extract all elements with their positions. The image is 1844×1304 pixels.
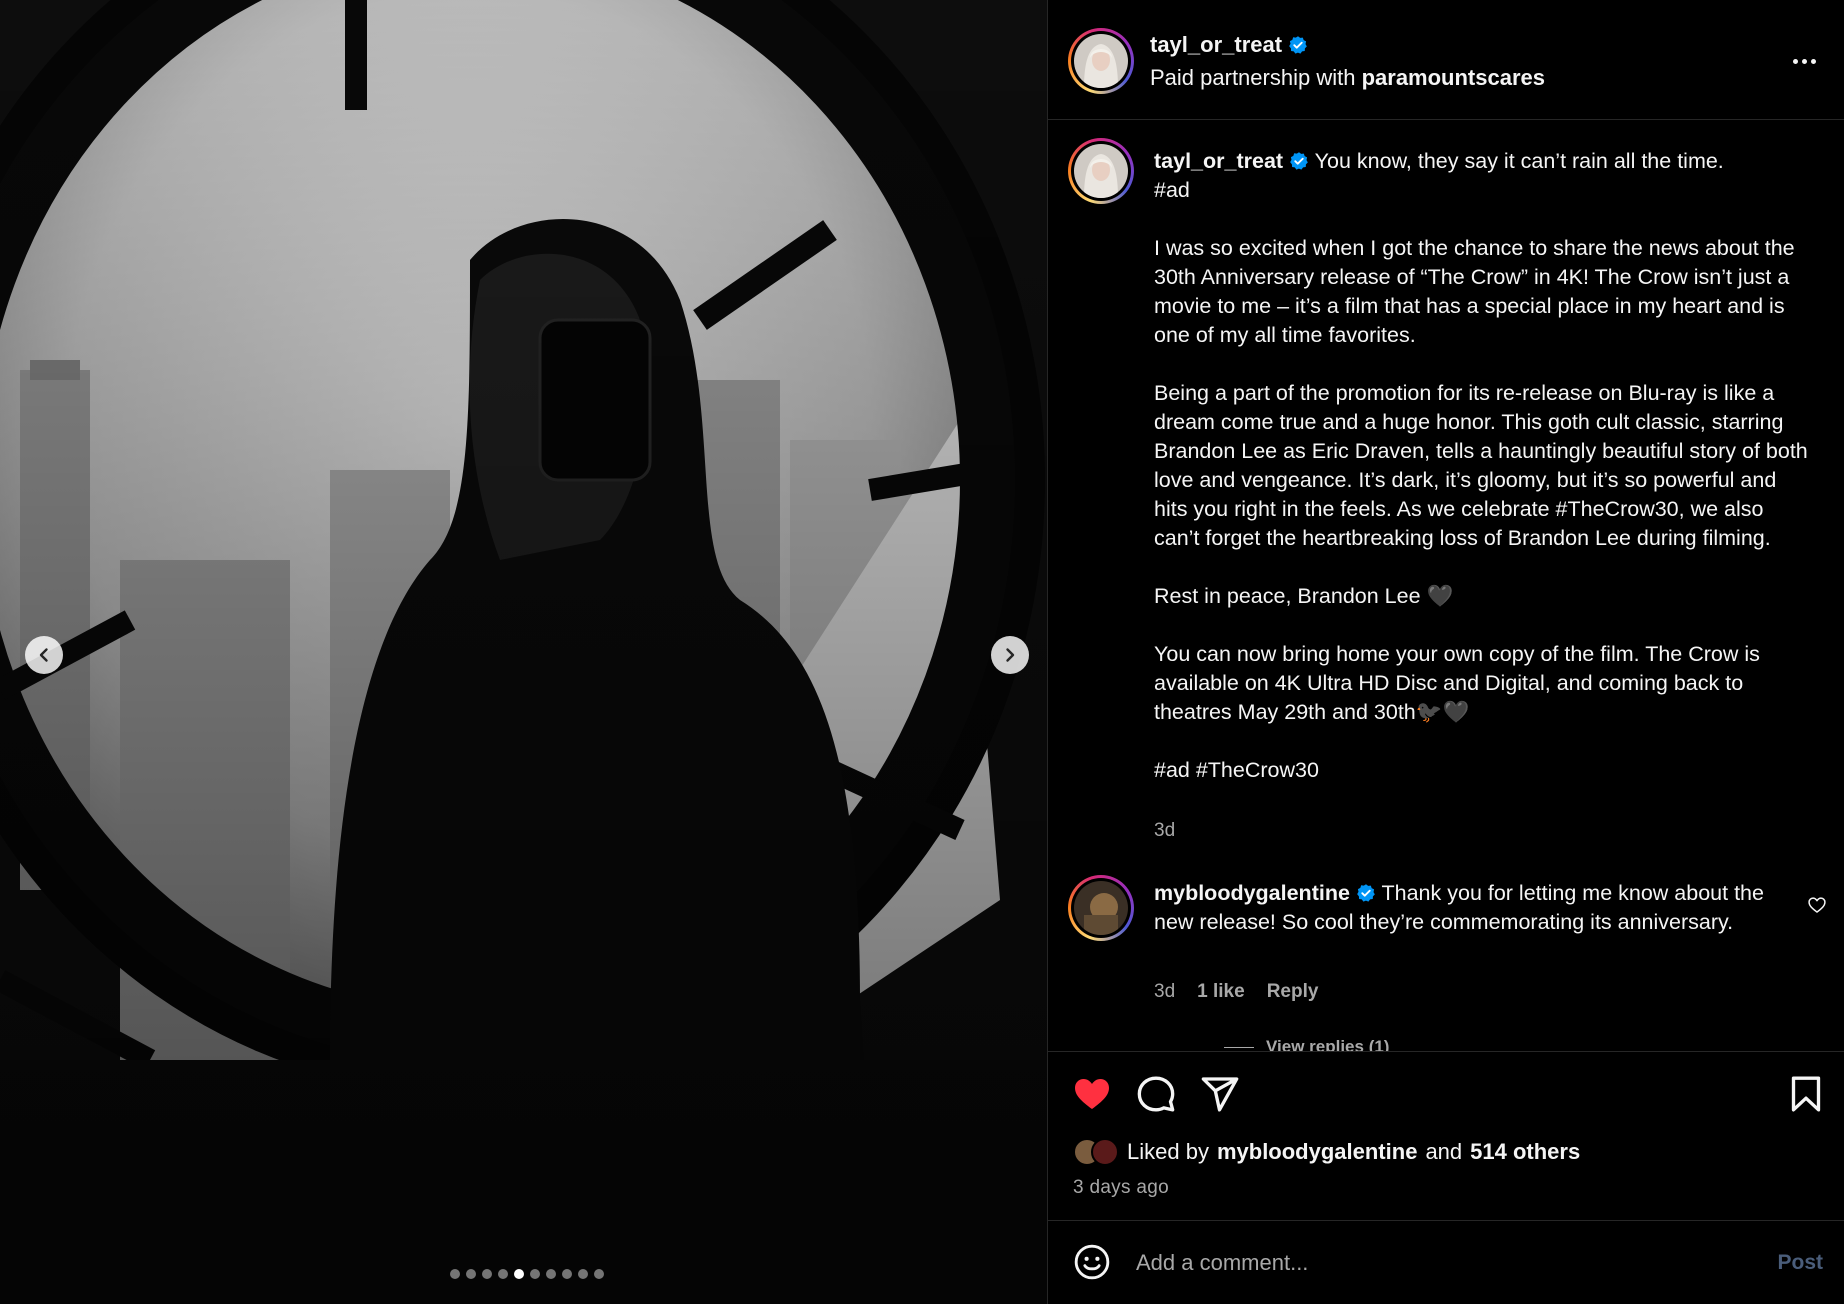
avatar-image <box>1074 34 1128 88</box>
carousel-dot <box>450 1269 460 1279</box>
liked-by-user[interactable]: mybloodygalentine <box>1217 1139 1417 1165</box>
carousel-dot <box>562 1269 572 1279</box>
previous-media-button[interactable] <box>25 636 63 674</box>
caption-first-line: You know, they say it can’t rain all the… <box>1309 149 1724 173</box>
comment-meta: 3d 1 like Reply <box>1154 981 1318 1003</box>
post-comment-button[interactable]: Post <box>1777 1251 1823 1275</box>
next-media-button[interactable] <box>991 636 1029 674</box>
comment-text: mybloodygalentine Thank you for letting … <box>1154 879 1794 937</box>
author-name[interactable]: tayl_or_treat <box>1150 32 1282 58</box>
carousel-dot <box>546 1269 556 1279</box>
author-username[interactable]: tayl_or_treat <box>1150 32 1308 58</box>
comment-reply-button[interactable]: Reply <box>1267 981 1319 1003</box>
carousel-dot <box>578 1269 588 1279</box>
caption-timestamp[interactable]: 3d <box>1154 820 1175 842</box>
carousel-dot <box>594 1269 604 1279</box>
liked-by-and: and <box>1425 1139 1463 1164</box>
comment-icon[interactable] <box>1136 1074 1176 1114</box>
add-comment-bar: Post <box>1048 1220 1844 1304</box>
more-options-button[interactable] <box>1789 46 1819 76</box>
post-actions: Liked by mybloodygalentine and 514 other… <box>1048 1051 1844 1219</box>
post-photo <box>0 0 1047 1304</box>
likes-summary: Liked by mybloodygalentine and 514 other… <box>1073 1138 1580 1166</box>
caption-author-avatar[interactable] <box>1068 138 1134 204</box>
post-media[interactable] <box>0 0 1047 1304</box>
carousel-dot <box>498 1269 508 1279</box>
commenter-name[interactable]: mybloodygalentine <box>1154 881 1350 905</box>
partnership-prefix: Paid partnership with <box>1150 65 1356 90</box>
carousel-dot <box>482 1269 492 1279</box>
comments-section[interactable]: tayl_or_treat You know, they say it can’… <box>1048 121 1844 1051</box>
view-replies-label[interactable]: View replies (1) <box>1266 1037 1389 1051</box>
chevron-right-icon <box>1006 648 1015 662</box>
chevron-left-icon <box>39 648 48 662</box>
heart-icon[interactable] <box>1072 1074 1112 1114</box>
verified-icon <box>1357 884 1375 902</box>
more-icon <box>1792 58 1798 64</box>
view-replies-button[interactable]: View replies (1) <box>1224 1037 1389 1051</box>
comment-input[interactable] <box>1136 1243 1736 1283</box>
bookmark-icon[interactable] <box>1786 1074 1826 1114</box>
commenter-avatar[interactable] <box>1068 875 1134 941</box>
emoji-icon[interactable] <box>1073 1243 1111 1281</box>
liker-avatars[interactable] <box>1073 1138 1119 1166</box>
comment-time[interactable]: 3d <box>1154 981 1175 1003</box>
likes-count[interactable]: 514 others <box>1470 1139 1580 1165</box>
share-icon[interactable] <box>1200 1074 1240 1114</box>
liked-by-prefix: Liked by <box>1127 1139 1209 1164</box>
post-header: tayl_or_treat Paid partnership with para… <box>1048 0 1844 120</box>
partner-link[interactable]: paramountscares <box>1362 65 1545 90</box>
caption-body: #ad I was so excited when I got the chan… <box>1154 178 1808 782</box>
carousel-dot <box>514 1269 524 1279</box>
caption-text: tayl_or_treat You know, they say it can’… <box>1154 147 1814 785</box>
post-date[interactable]: 3 days ago <box>1073 1177 1169 1199</box>
carousel-indicator <box>450 1269 604 1279</box>
post-panel: tayl_or_treat Paid partnership with para… <box>1047 0 1844 1304</box>
avatar-image <box>1074 881 1128 935</box>
caption-author-name[interactable]: tayl_or_treat <box>1154 149 1283 173</box>
author-avatar[interactable] <box>1068 28 1134 94</box>
comment-likes[interactable]: 1 like <box>1197 981 1245 1003</box>
avatar-image <box>1074 144 1128 198</box>
comment-like-icon[interactable] <box>1807 895 1827 915</box>
carousel-dot <box>466 1269 476 1279</box>
liker-avatar <box>1091 1138 1119 1166</box>
verified-icon <box>1290 152 1308 170</box>
carousel-dot <box>530 1269 540 1279</box>
verified-icon <box>1289 36 1307 54</box>
paid-partnership-label: Paid partnership with paramountscares <box>1150 65 1545 91</box>
